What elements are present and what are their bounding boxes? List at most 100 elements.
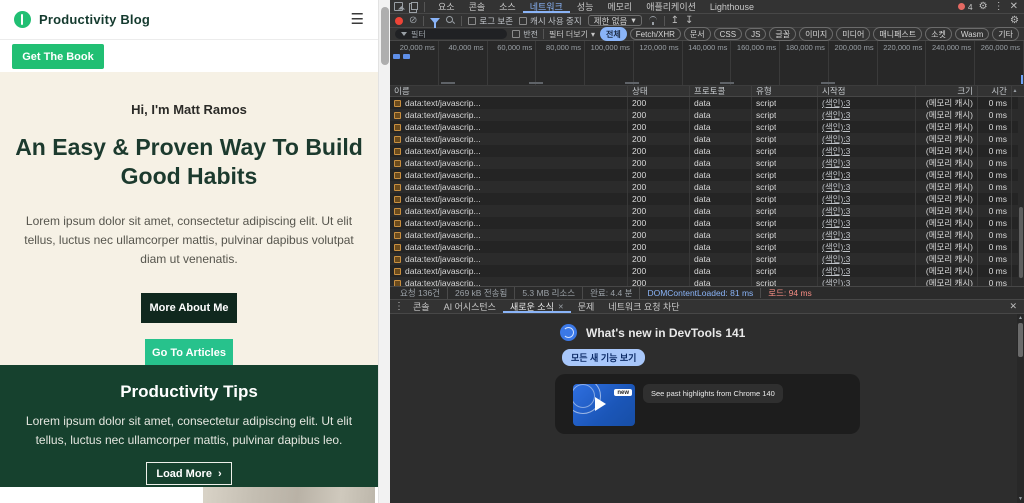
record-network-log-button[interactable] xyxy=(395,17,403,25)
initiator-link[interactable]: (색인):3 xyxy=(822,121,850,133)
initiator-link[interactable]: (색인):3 xyxy=(822,217,850,229)
devtools-tab-5[interactable]: 메모리 xyxy=(600,0,639,13)
preserve-log-checkbox[interactable]: 로그 보존 xyxy=(468,15,513,27)
network-settings-gear-icon[interactable]: ⚙ xyxy=(1010,16,1019,26)
invert-filter-checkbox[interactable]: 반전 xyxy=(512,29,538,40)
throttling-select[interactable]: 제한 없음 ▾ xyxy=(588,15,642,26)
filter-pill-5[interactable]: 글꼴 xyxy=(769,27,796,41)
table-row[interactable]: data:text/javascrip...200datascript(색인):… xyxy=(390,277,1024,286)
filter-pill-9[interactable]: 소켓 xyxy=(925,27,952,41)
devtools-tab-6[interactable]: 애플리케이션 xyxy=(639,0,703,13)
initiator-link[interactable]: (색인):3 xyxy=(822,229,850,241)
close-devtools-icon[interactable]: ✕ xyxy=(1010,2,1018,12)
hamburger-menu-icon[interactable]: ☰ xyxy=(351,12,364,27)
filter-pill-4[interactable]: JS xyxy=(745,28,766,40)
column-header-2[interactable]: 프로토콜 xyxy=(690,86,752,96)
load-more-button[interactable]: Load More › xyxy=(146,462,232,485)
table-row[interactable]: data:text/javascrip...200datascript(색인):… xyxy=(390,109,1024,121)
table-row[interactable]: data:text/javascrip...200datascript(색인):… xyxy=(390,145,1024,157)
drawer-tab-3[interactable]: 문제 xyxy=(571,300,602,313)
table-row[interactable]: data:text/javascrip...200datascript(색인):… xyxy=(390,193,1024,205)
filter-pill-2[interactable]: 문서 xyxy=(684,27,711,41)
initiator-link[interactable]: (색인):3 xyxy=(822,169,850,181)
devtools-tab-0[interactable]: 요소 xyxy=(431,0,462,13)
site-scrollbar[interactable] xyxy=(378,0,390,503)
settings-gear-icon[interactable]: ⚙ xyxy=(979,2,988,12)
initiator-link[interactable]: (색인):3 xyxy=(822,157,850,169)
filter-pill-10[interactable]: Wasm xyxy=(955,28,989,40)
table-scrollbar[interactable] xyxy=(1018,97,1024,286)
initiator-link[interactable]: (색인):3 xyxy=(822,241,850,253)
initiator-link[interactable]: (색인):3 xyxy=(822,277,850,286)
highlights-link[interactable]: See past highlights from Chrome 140 xyxy=(643,384,783,403)
drawer-tab-0[interactable]: 콘솔 xyxy=(406,300,437,313)
error-badge[interactable]: 4 xyxy=(958,2,973,12)
table-row[interactable]: data:text/javascrip...200datascript(색인):… xyxy=(390,229,1024,241)
column-header-6[interactable]: 시간 xyxy=(978,86,1012,96)
initiator-link[interactable]: (색인):3 xyxy=(822,205,850,217)
filter-toggle-icon[interactable] xyxy=(430,18,440,24)
scroll-up-icon[interactable]: ▲ xyxy=(1017,315,1024,321)
kebab-menu-icon[interactable]: ⋮ xyxy=(994,2,1004,12)
filter-pill-6[interactable]: 이미지 xyxy=(799,27,833,41)
filter-pill-1[interactable]: Fetch/XHR xyxy=(630,28,681,40)
table-row[interactable]: data:text/javascrip...200datascript(색인):… xyxy=(390,217,1024,229)
column-header-0[interactable]: 이름 xyxy=(390,86,628,96)
table-row[interactable]: data:text/javascrip...200datascript(색인):… xyxy=(390,157,1024,169)
column-header-4[interactable]: 시작점 xyxy=(818,86,916,96)
initiator-link[interactable]: (색인):3 xyxy=(822,97,850,109)
initiator-link[interactable]: (색인):3 xyxy=(822,193,850,205)
devtools-tab-7[interactable]: Lighthouse xyxy=(703,0,761,13)
table-row[interactable]: data:text/javascrip...200datascript(색인):… xyxy=(390,97,1024,109)
article-thumbnail-2[interactable] xyxy=(203,487,375,503)
drawer-close-icon[interactable]: ✕ xyxy=(1009,301,1020,312)
drawer-tab-4[interactable]: 네트워크 요청 차단 xyxy=(601,300,686,313)
column-header-5[interactable]: 크기 xyxy=(916,86,978,96)
table-row[interactable]: data:text/javascrip...200datascript(색인):… xyxy=(390,265,1024,277)
scroll-down-icon[interactable]: ▼ xyxy=(1017,496,1024,502)
article-thumbnail-1[interactable] xyxy=(10,487,180,503)
table-row[interactable]: data:text/javascrip...200datascript(색인):… xyxy=(390,169,1024,181)
filter-pill-0[interactable]: 전체 xyxy=(600,27,627,41)
get-the-book-button[interactable]: Get The Book xyxy=(12,44,104,69)
go-to-articles-button[interactable]: Go To Articles xyxy=(145,339,233,367)
column-header-1[interactable]: 상태 xyxy=(628,86,690,96)
export-har-icon[interactable]: ↧ xyxy=(685,16,693,26)
initiator-link[interactable]: (색인):3 xyxy=(822,109,850,121)
site-scrollbar-thumb[interactable] xyxy=(381,7,389,65)
initiator-link[interactable]: (색인):3 xyxy=(822,145,850,157)
devtools-tab-2[interactable]: 소스 xyxy=(492,0,523,13)
devtools-tab-1[interactable]: 콘솔 xyxy=(462,0,493,13)
filter-pill-3[interactable]: CSS xyxy=(714,28,742,40)
video-thumbnail[interactable]: new xyxy=(573,384,635,426)
inspect-element-icon[interactable] xyxy=(394,2,403,11)
close-tab-icon[interactable]: ✕ xyxy=(558,303,564,311)
initiator-link[interactable]: (색인):3 xyxy=(822,181,850,193)
initiator-link[interactable]: (색인):3 xyxy=(822,253,850,265)
clear-network-log-icon[interactable]: ⊘ xyxy=(409,16,417,26)
whats-new-scrollbar[interactable]: ▲ ▼ xyxy=(1017,314,1024,503)
table-row[interactable]: data:text/javascrip...200datascript(색인):… xyxy=(390,241,1024,253)
more-about-me-button[interactable]: More About Me xyxy=(141,293,237,323)
initiator-link[interactable]: (색인):3 xyxy=(822,265,850,277)
drawer-tab-2[interactable]: 새로운 소식✕ xyxy=(503,300,571,313)
table-row[interactable]: data:text/javascrip...200datascript(색인):… xyxy=(390,133,1024,145)
filter-pill-8[interactable]: 매니페스트 xyxy=(873,27,922,41)
table-row[interactable]: data:text/javascrip...200datascript(색인):… xyxy=(390,181,1024,193)
initiator-link[interactable]: (색인):3 xyxy=(822,133,850,145)
drawer-tab-1[interactable]: AI 어시스턴스 xyxy=(437,300,503,313)
network-conditions-icon[interactable] xyxy=(648,17,658,25)
devtools-tab-4[interactable]: 성능 xyxy=(570,0,601,13)
devtools-tab-3[interactable]: 네트워크 xyxy=(523,0,570,13)
import-har-icon[interactable]: ↥ xyxy=(671,16,679,26)
table-scrollbar-thumb[interactable] xyxy=(1019,207,1023,279)
device-toolbar-icon[interactable] xyxy=(409,2,418,11)
see-all-features-button[interactable]: 모든 새 기능 보기 xyxy=(562,349,645,366)
filter-pill-11[interactable]: 기타 xyxy=(992,27,1019,41)
table-row[interactable]: data:text/javascrip...200datascript(색인):… xyxy=(390,253,1024,265)
filter-input[interactable] xyxy=(411,30,501,39)
more-filters-button[interactable]: 필터 더보기 ▾ xyxy=(549,29,595,40)
search-icon[interactable] xyxy=(446,16,455,25)
table-row[interactable]: data:text/javascrip...200datascript(색인):… xyxy=(390,205,1024,217)
network-overview-timeline[interactable]: 20,000 ms40,000 ms60,000 ms80,000 ms100,… xyxy=(390,41,1024,86)
